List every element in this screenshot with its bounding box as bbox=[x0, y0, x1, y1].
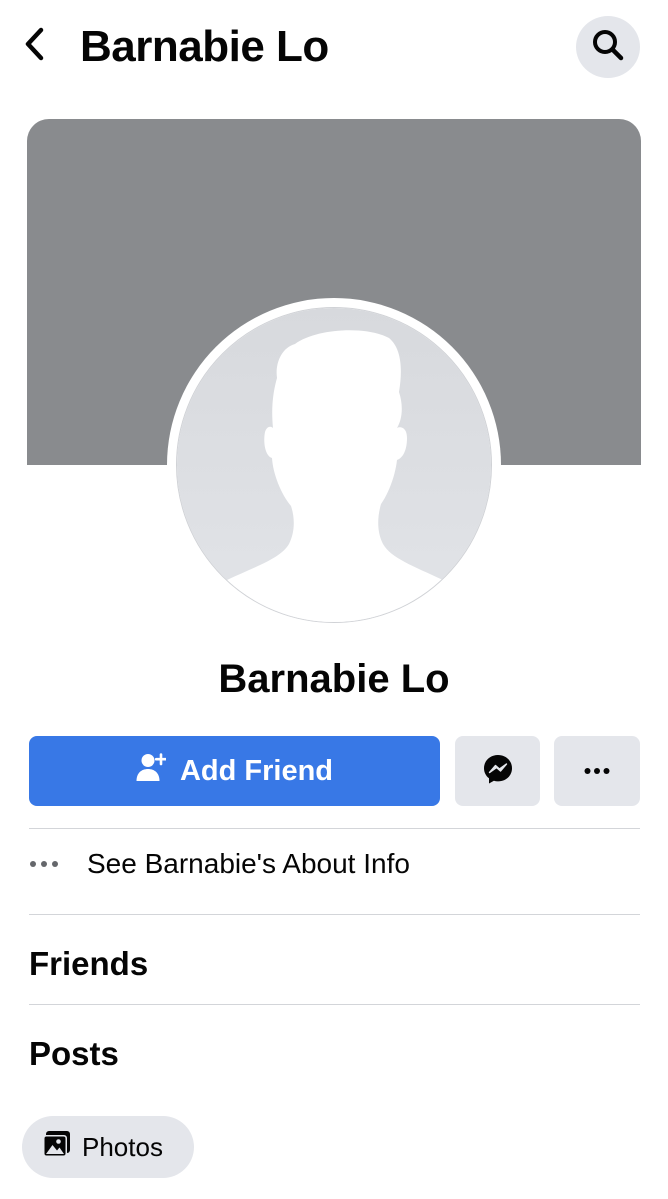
top-bar: Barnabie Lo bbox=[0, 0, 668, 100]
divider bbox=[29, 1004, 640, 1005]
search-icon bbox=[591, 28, 625, 67]
photos-chip[interactable]: Photos bbox=[22, 1116, 194, 1178]
divider bbox=[29, 914, 640, 915]
add-friend-button[interactable]: Add Friend bbox=[29, 736, 440, 806]
profile-name: Barnabie Lo bbox=[218, 657, 450, 701]
photos-icon bbox=[42, 1129, 72, 1166]
about-info-label: See Barnabie's About Info bbox=[87, 848, 410, 879]
photos-label: Photos bbox=[82, 1131, 163, 1162]
ellipsis-icon bbox=[29, 860, 87, 868]
search-button[interactable] bbox=[576, 16, 640, 78]
avatar[interactable] bbox=[176, 307, 492, 623]
more-icon bbox=[584, 762, 610, 780]
more-options-button[interactable] bbox=[554, 736, 640, 806]
divider bbox=[29, 828, 640, 829]
page-title: Barnabie Lo bbox=[80, 22, 329, 71]
about-info-link[interactable]: See Barnabie's About Info bbox=[29, 838, 640, 890]
posts-section-title: Posts bbox=[29, 1035, 119, 1072]
add-friend-label: Add Friend bbox=[179, 754, 334, 787]
default-avatar-silhouette-icon bbox=[177, 308, 491, 622]
add-friend-icon bbox=[136, 752, 168, 790]
friends-section-title[interactable]: Friends bbox=[29, 943, 148, 985]
profile-page: Barnabie Lo Barnabie Lo Add Friend See B… bbox=[0, 0, 668, 1199]
chevron-left-icon bbox=[23, 27, 45, 66]
message-button[interactable] bbox=[455, 736, 540, 806]
back-button[interactable] bbox=[12, 22, 56, 70]
messenger-icon bbox=[482, 753, 514, 790]
